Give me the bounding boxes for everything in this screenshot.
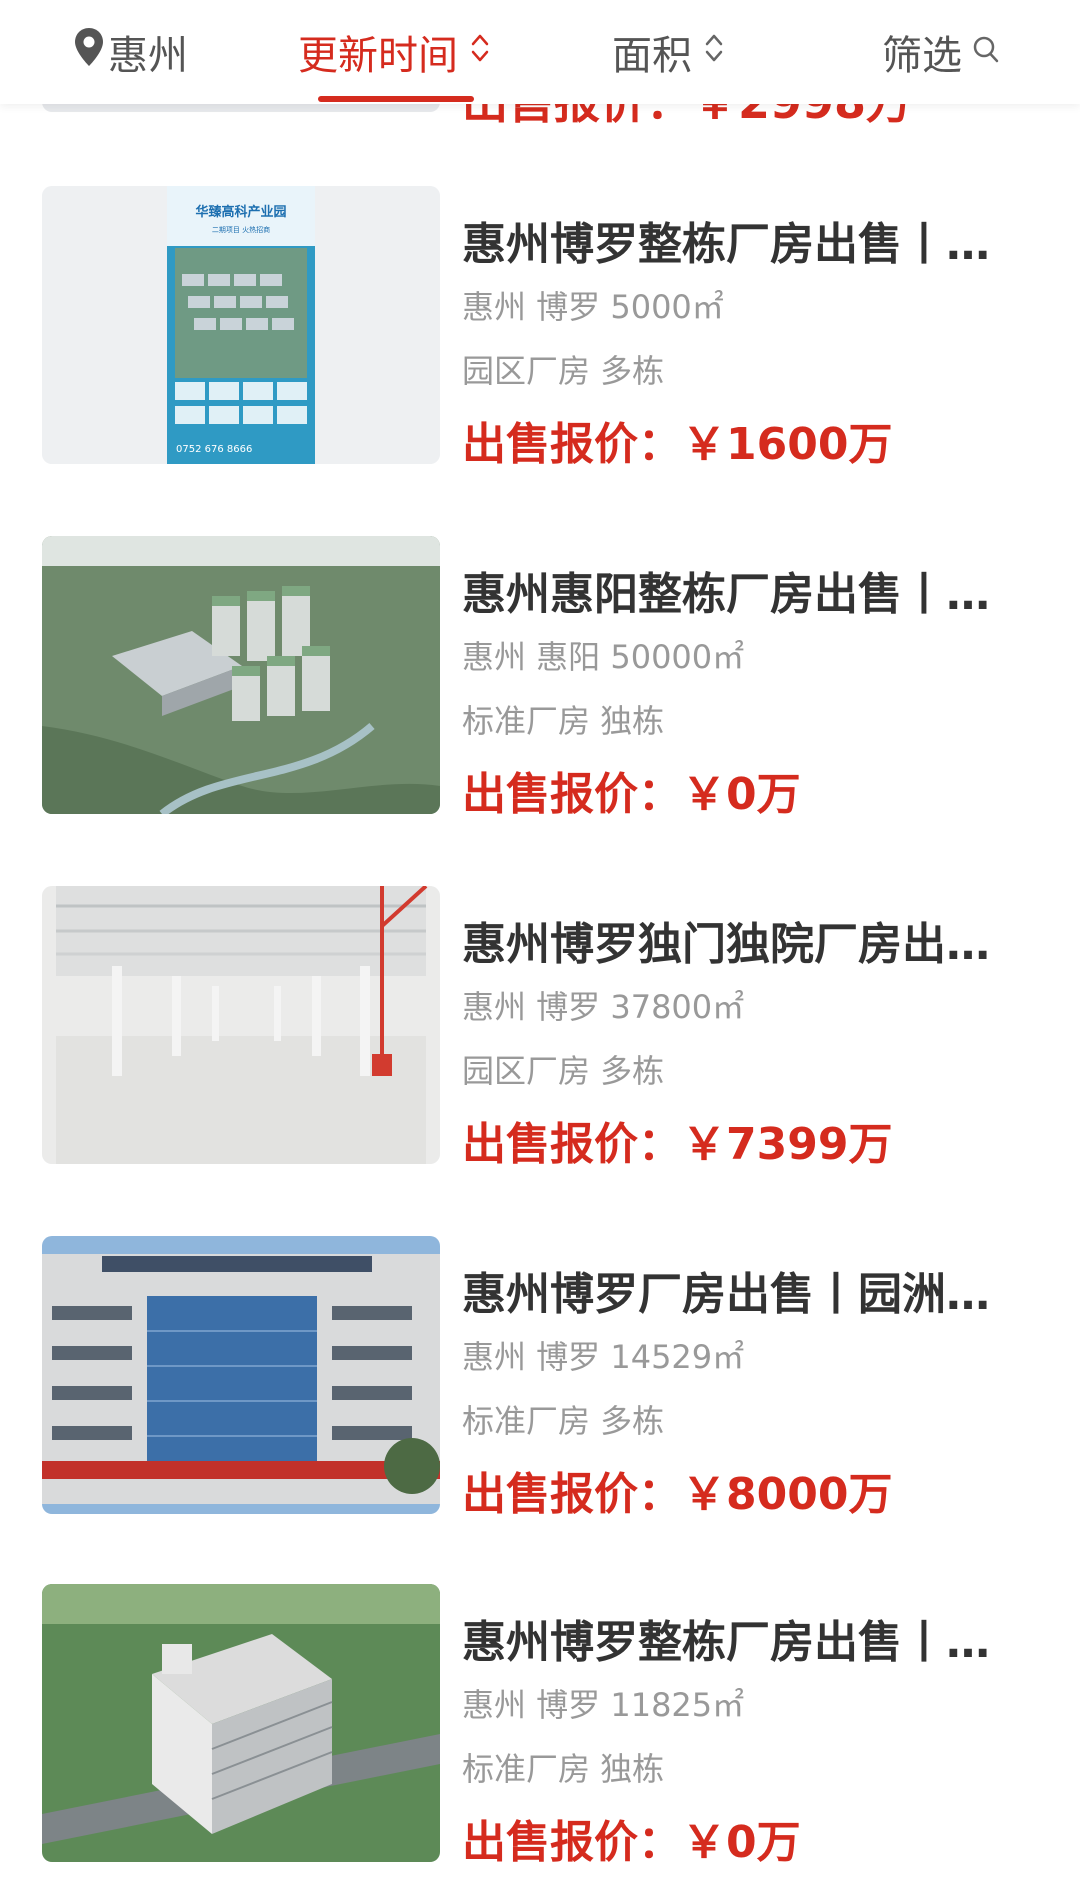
listing-title[interactable]: 惠州博罗厂房出售丨园洲… — [462, 1258, 1002, 1322]
listing-tags: 标准厂房 独栋 — [462, 1750, 665, 1788]
listing-thumbnail[interactable] — [42, 536, 440, 814]
park-phone-text: 0752 676 8666 — [176, 444, 252, 455]
listing-page: 出售报价：￥2998万 惠州 更新时间 面积 — [0, 0, 1080, 1883]
office-building-image — [42, 1236, 440, 1514]
listing-thumbnail[interactable] — [42, 1584, 440, 1862]
listing-price: 出售报价：￥0万 — [462, 769, 801, 820]
listing-location: 惠州 博罗 37800㎡ — [462, 988, 745, 1026]
listing-thumbnail[interactable]: 华臻高科产业园 二期项目 火热招商 0752 676 8666 — [42, 186, 440, 464]
city-label: 惠州 — [108, 33, 188, 79]
listing-thumbnail[interactable] — [42, 1236, 440, 1514]
listing-tags: 园区厂房 多栋 — [462, 1052, 665, 1090]
location-pin-icon — [74, 27, 104, 77]
listing-item[interactable]: 惠州博罗整栋厂房出售丨… 惠州 博罗 11825㎡ 标准厂房 独栋 出售报价：￥… — [0, 1584, 1080, 1874]
listing-title[interactable]: 惠州博罗整栋厂房出售丨… — [462, 208, 1002, 272]
listing-price: 出售报价：￥7399万 — [462, 1119, 893, 1170]
listing-tags: 标准厂房 多栋 — [462, 1402, 665, 1440]
listing-item[interactable]: 惠州博罗独门独院厂房出… 惠州 博罗 37800㎡ 园区厂房 多栋 出售报价：￥… — [0, 886, 1080, 1176]
listing-location: 惠州 惠阳 50000㎡ — [462, 638, 745, 676]
listing-item[interactable]: 华臻高科产业园 二期项目 火热招商 0752 676 8666 惠州博罗整栋厂房… — [0, 186, 1080, 476]
listing-location: 惠州 博罗 14529㎡ — [462, 1338, 745, 1376]
listing-price: 出售报价：￥8000万 — [462, 1469, 893, 1520]
park-brochure-image: 华臻高科产业园 二期项目 火热招商 0752 676 8666 — [42, 186, 440, 464]
aerial-factory-image — [42, 536, 440, 814]
park-slogan-text: 二期项目 火热招商 — [212, 225, 270, 234]
aerial-building-image — [42, 1584, 440, 1862]
sort-update-time-label: 更新时间 — [298, 33, 458, 79]
search-icon — [972, 29, 1000, 75]
sort-area[interactable]: 面积 — [612, 0, 724, 104]
filter-label: 筛选 — [882, 33, 962, 79]
filter-bar: 惠州 更新时间 面积 筛选 — [0, 0, 1080, 104]
listing-location: 惠州 博罗 5000㎡ — [462, 288, 724, 326]
filter-button[interactable]: 筛选 — [882, 0, 1000, 104]
factory-interior-image — [42, 886, 440, 1164]
active-sort-indicator — [318, 96, 474, 102]
listing-price: 出售报价：￥1600万 — [462, 419, 893, 470]
listing-title[interactable]: 惠州博罗独门独院厂房出… — [462, 908, 1002, 972]
listing-title[interactable]: 惠州惠阳整栋厂房出售丨… — [462, 558, 1002, 622]
sort-arrows-icon — [470, 29, 490, 75]
sort-area-label: 面积 — [612, 33, 692, 79]
listing-location: 惠州 博罗 11825㎡ — [462, 1686, 745, 1724]
sort-arrows-icon — [704, 29, 724, 75]
listing-tags: 园区厂房 多栋 — [462, 352, 665, 390]
listing-tags: 标准厂房 独栋 — [462, 702, 665, 740]
listing-title[interactable]: 惠州博罗整栋厂房出售丨… — [462, 1606, 1002, 1670]
listing-thumbnail[interactable] — [42, 886, 440, 1164]
listing-price: 出售报价：￥0万 — [462, 1817, 801, 1868]
listing-item[interactable]: 惠州博罗厂房出售丨园洲… 惠州 博罗 14529㎡ 标准厂房 多栋 出售报价：￥… — [0, 1236, 1080, 1526]
city-selector[interactable]: 惠州 — [74, 0, 188, 104]
sort-update-time[interactable]: 更新时间 — [298, 0, 490, 104]
park-name-text: 华臻高科产业园 — [195, 204, 286, 220]
listing-item[interactable]: 惠州惠阳整栋厂房出售丨… 惠州 惠阳 50000㎡ 标准厂房 独栋 出售报价：￥… — [0, 536, 1080, 826]
